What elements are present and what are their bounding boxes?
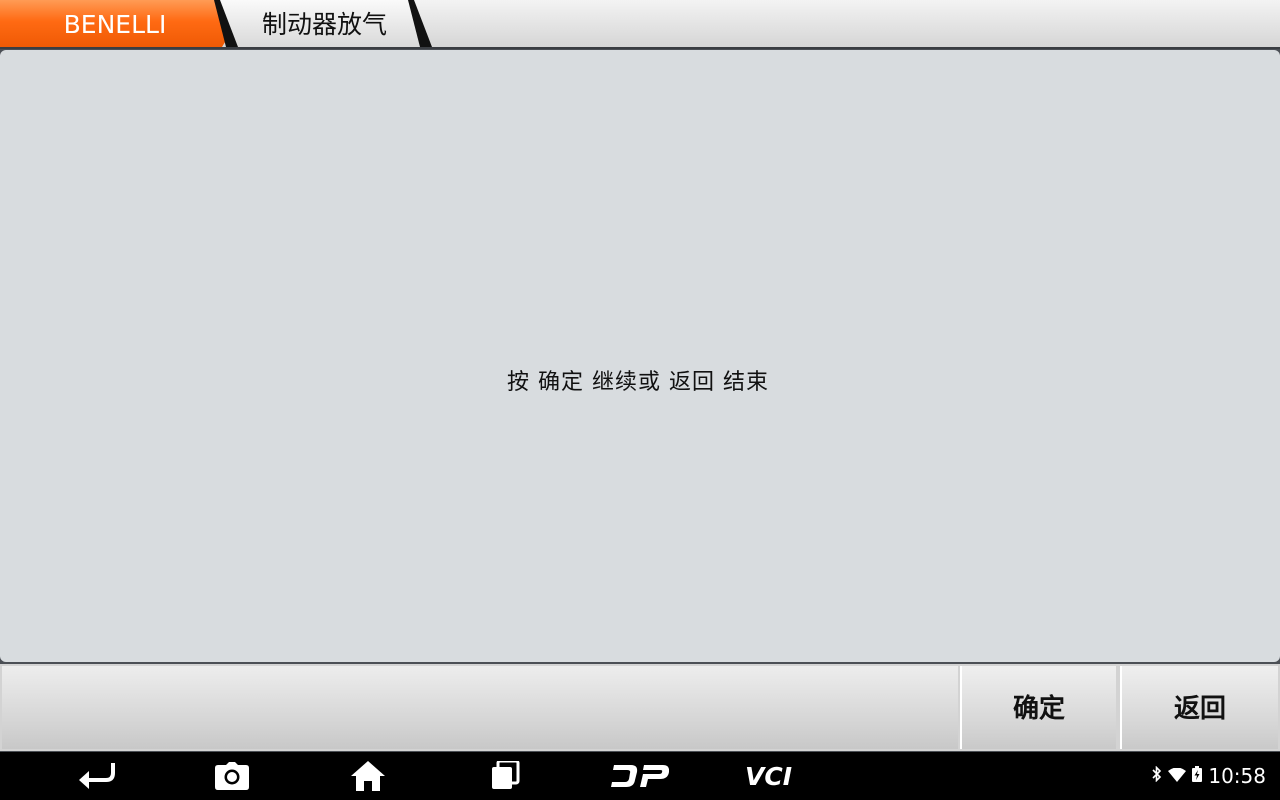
breadcrumb-item-brake-bleed[interactable]: 制动器放气 [262, 0, 387, 47]
back-button[interactable]: 返回 [1120, 666, 1278, 749]
instruction-message: 按 确定 继续或 返回 结束 [507, 370, 769, 395]
status-area: 10:58 [1152, 752, 1266, 800]
bluetooth-icon [1152, 765, 1162, 786]
vci-icon[interactable]: VCI [742, 752, 810, 800]
wifi-icon [1168, 767, 1187, 786]
screenshot-icon[interactable] [212, 752, 252, 800]
svg-text:VCI: VCI [745, 763, 792, 789]
battery-icon [1192, 766, 1203, 786]
content-panel: 按 确定 继续或 返回 结束 [0, 50, 1280, 662]
action-bar: 确定 返回 [0, 664, 1280, 751]
system-nav-bar: VCI 10:58 [0, 752, 1280, 800]
action-bar-spacer [2, 666, 958, 749]
clock: 10:58 [1208, 764, 1266, 788]
back-icon[interactable] [76, 752, 120, 800]
top-bar: BENELLI 制动器放气 [0, 0, 1280, 49]
breadcrumb-item-benelli[interactable]: BENELLI [0, 0, 238, 47]
breadcrumb: BENELLI 制动器放气 [0, 0, 440, 47]
home-icon[interactable] [348, 752, 388, 800]
recent-apps-icon[interactable] [486, 752, 524, 800]
ok-button[interactable]: 确定 [960, 666, 1116, 749]
dp-icon[interactable] [608, 752, 672, 800]
